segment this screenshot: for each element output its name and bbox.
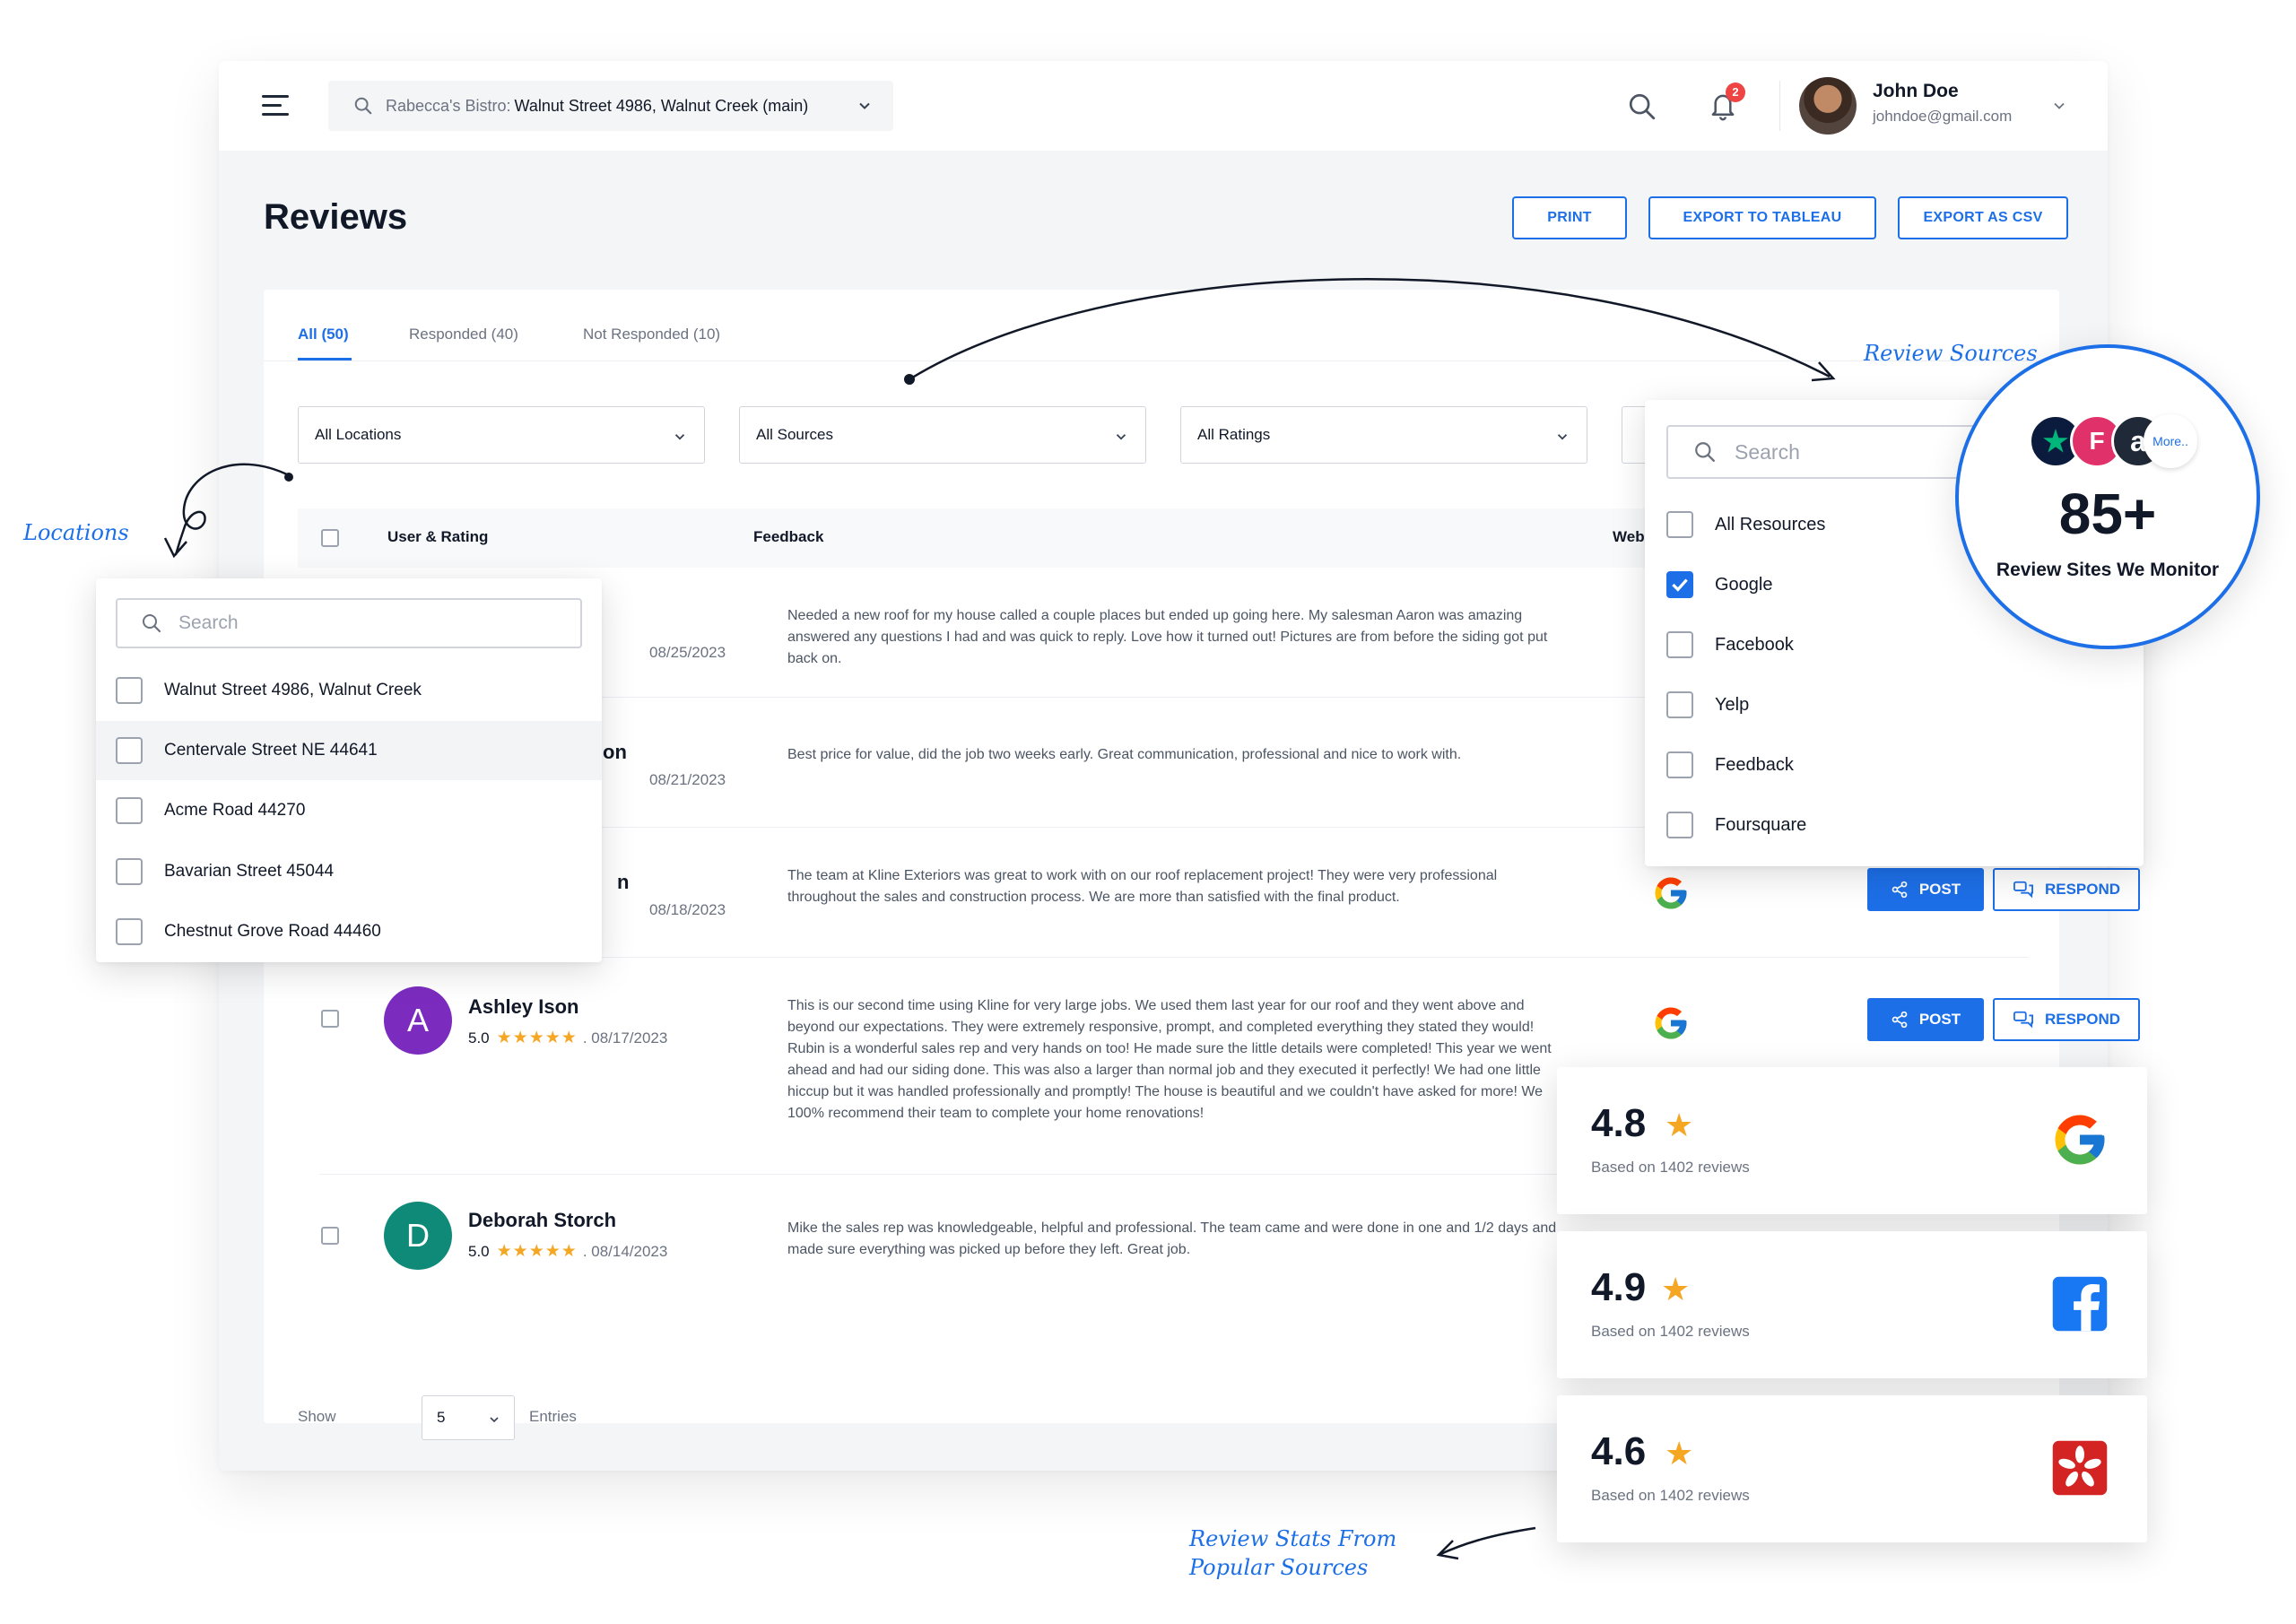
sources-arrow — [909, 278, 1831, 381]
locations-arrow — [174, 463, 290, 556]
page: { "location_picker": {"label": "Rabecca'… — [0, 0, 2296, 1624]
annotation-arrows — [163, 278, 1836, 1560]
